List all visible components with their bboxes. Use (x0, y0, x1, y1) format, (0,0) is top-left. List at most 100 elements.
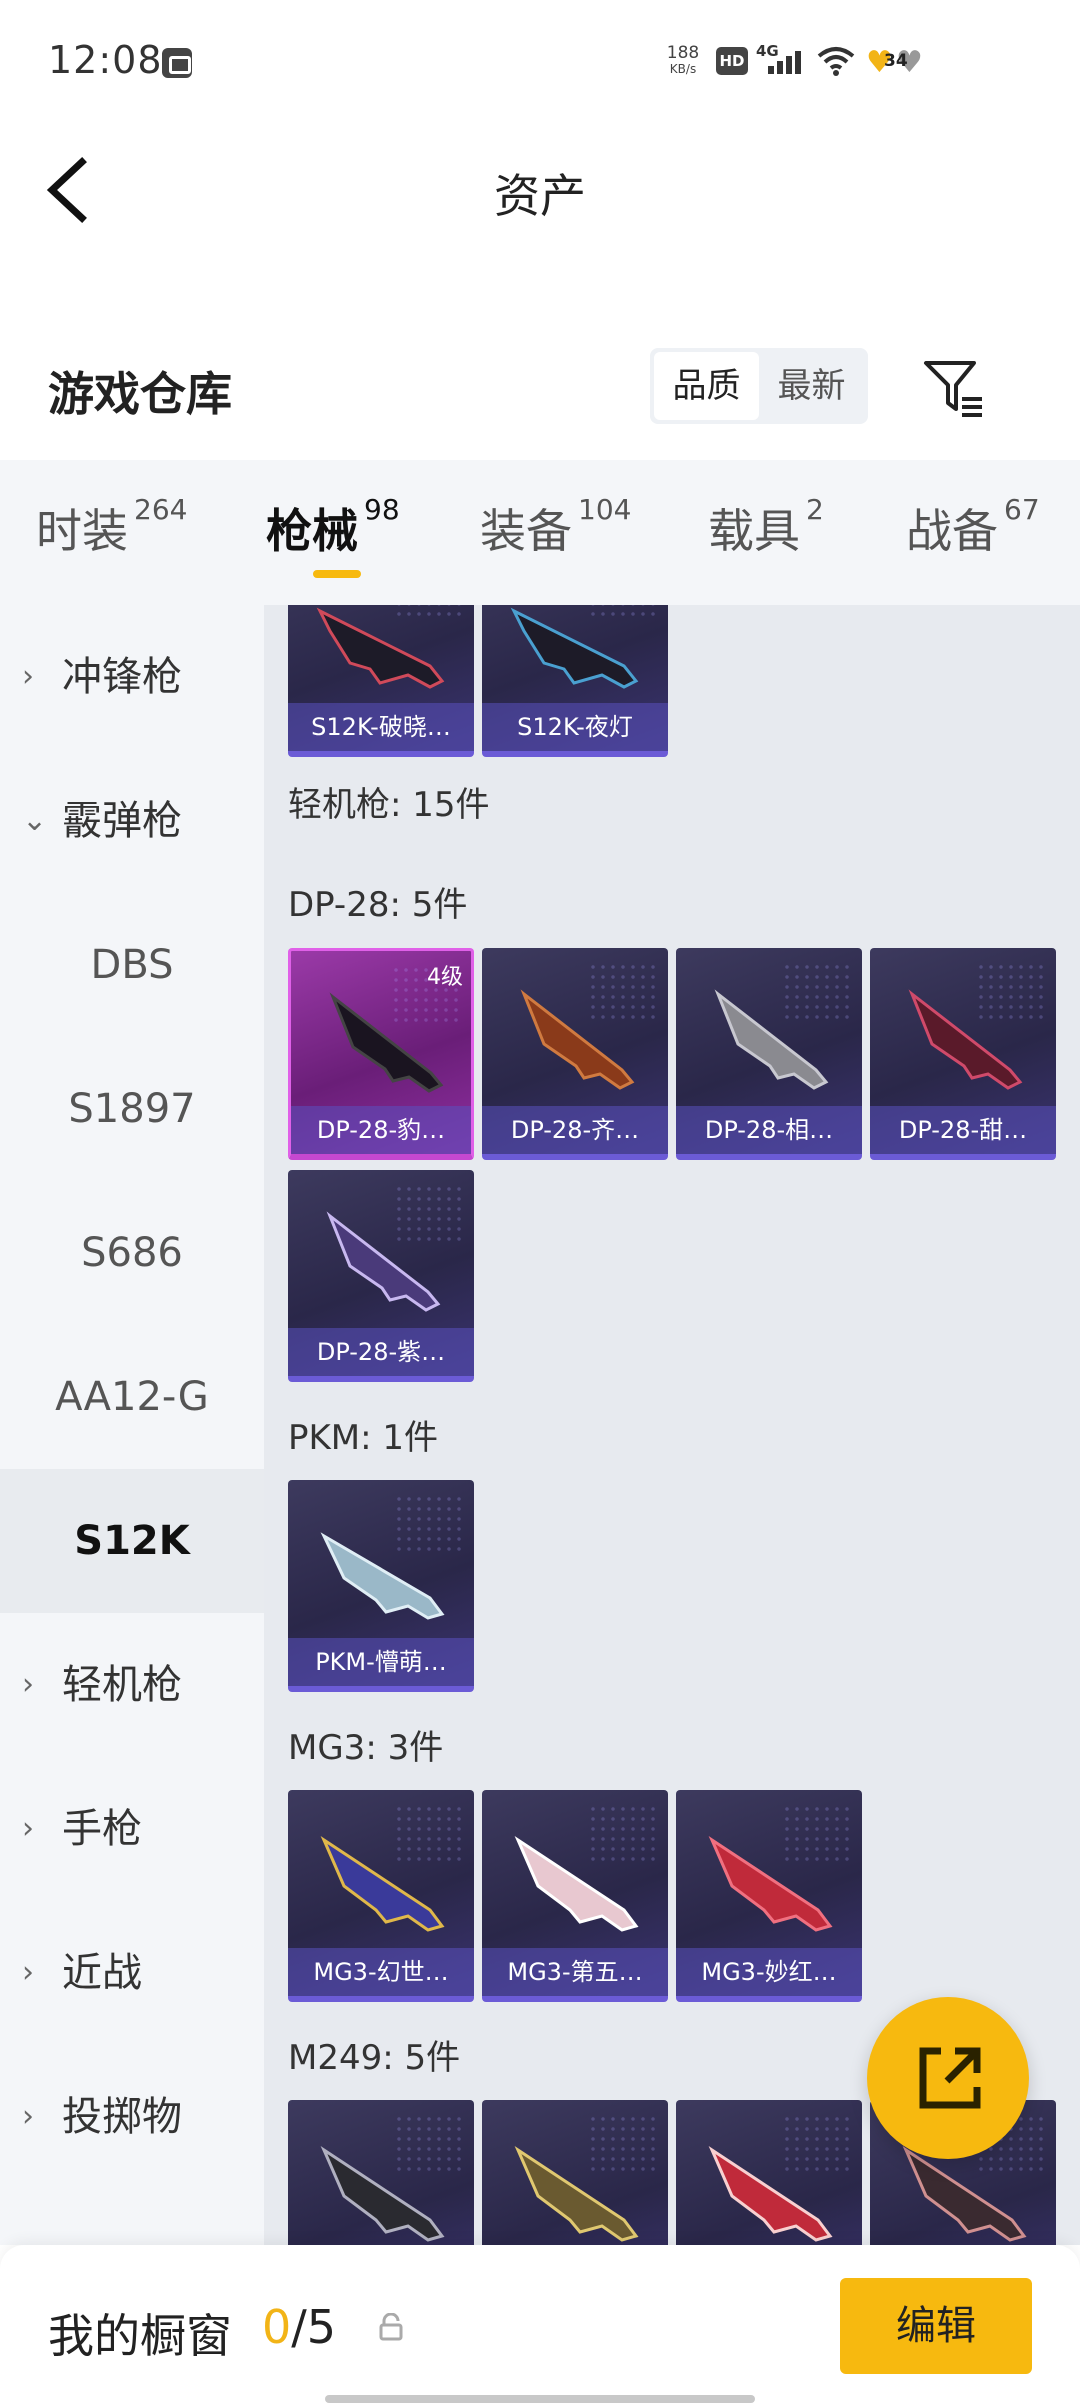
sidebar-item-label: S686 (81, 1230, 183, 1276)
skin-name: DP-28-齐… (482, 1106, 668, 1154)
page-title: 资产 (494, 169, 586, 223)
group-label: MG3: 3件 (288, 1728, 444, 1768)
sidebar-item-throwables[interactable]: › 投掷物 (0, 2045, 264, 2189)
sort-quality-button[interactable]: 品质 (654, 352, 759, 420)
skin-name: DP-28-甜… (870, 1106, 1056, 1154)
tab-count: 98 (364, 493, 400, 526)
gun-icon (514, 1835, 639, 1932)
sidebar-item-s686[interactable]: S686 (0, 1181, 264, 1325)
tab-label: 枪械 (266, 504, 358, 558)
share-icon (919, 2047, 981, 2109)
tab-count: 67 (1004, 493, 1040, 526)
showcase-label: 我的橱窗 (48, 2309, 232, 2363)
skin-card[interactable]: DP-28-紫… (288, 1170, 474, 1382)
skin-name: DP-28-相… (676, 1106, 862, 1154)
share-button[interactable] (867, 1997, 1029, 2159)
sidebar-item-s1897[interactable]: S1897 (0, 1037, 264, 1181)
gun-icon (908, 989, 1023, 1090)
group-label: DP-28: 5件 (288, 885, 468, 925)
sidebar-item-label: 手枪 (62, 1806, 142, 1852)
skin-name: S12K-破晓… (288, 703, 474, 751)
chevron-right-icon: › (22, 1667, 34, 1702)
skin-card[interactable]: S12K-破晓… (288, 605, 474, 757)
skin-name: DP-28-紫… (288, 1328, 474, 1376)
wifi-icon (817, 47, 855, 76)
gun-icon (316, 607, 445, 689)
skin-name: MG3-妙红… (676, 1948, 862, 1996)
app-notification-icon (162, 48, 192, 78)
sidebar-item-label: 轻机枪 (62, 1662, 182, 1708)
cell-signal-icon: 4G (756, 42, 804, 78)
sidebar-item-label: AA12-G (55, 1374, 209, 1420)
sidebar-item-lmg[interactable]: › 轻机枪 (0, 1613, 264, 1757)
skin-name: MG3-幻世… (288, 1948, 474, 1996)
gun-icon (320, 1835, 445, 1932)
skin-card[interactable]: S12K-夜灯 (482, 605, 668, 757)
skin-card[interactable]: DP-28-相… (676, 948, 862, 1160)
skin-name: PKM-懵萌… (288, 1638, 474, 1686)
gun-icon (714, 989, 829, 1090)
network-type: 4G (756, 42, 779, 60)
sidebar-item-melee[interactable]: › 近战 (0, 1901, 264, 2045)
sidebar-item-label: 投掷物 (62, 2094, 182, 2140)
network-speed-value: 188 (666, 43, 700, 63)
skin-card[interactable]: MG3-第五… (482, 1790, 668, 2002)
sort-toggle: 品质 最新 (650, 348, 868, 424)
tab-label: 载具 (708, 504, 800, 558)
sidebar-item-label: 近战 (62, 1950, 142, 1996)
group-label: PKM: 1件 (288, 1418, 439, 1458)
gun-icon (320, 2145, 445, 2242)
sidebar-item-shotgun[interactable]: ⌄ 霰弹枪 (0, 749, 264, 893)
lock-icon (379, 2313, 403, 2341)
hd-icon: HD (716, 47, 748, 75)
tab-combat-gear[interactable]: 战备 67 (906, 493, 1040, 561)
filter-icon[interactable] (920, 355, 986, 421)
chevron-right-icon: › (22, 2099, 34, 2134)
tab-vehicles[interactable]: 载具 2 (708, 493, 824, 561)
sidebar-item-pistol[interactable]: › 手枪 (0, 1757, 264, 1901)
tab-fashion[interactable]: 时装 264 (36, 493, 187, 561)
sidebar-item-smg[interactable]: › 冲锋枪 (0, 605, 264, 749)
sidebar-item-dbs[interactable]: DBS (0, 893, 264, 1037)
sidebar-item-aa12g[interactable]: AA12-G (0, 1325, 264, 1469)
battery-icon: ♥ ♥ 34 (866, 45, 923, 80)
gun-icon (320, 1532, 445, 1620)
gun-icon (329, 992, 444, 1093)
gun-icon (514, 2145, 639, 2242)
weapon-type-sidebar: › 冲锋枪 ⌄ 霰弹枪 DBS S1897 S686 AA12-G S12K ›… (0, 605, 264, 2245)
network-speed: 188 KB/s (660, 44, 706, 76)
skin-card[interactable]: PKM-懵萌… (288, 1480, 474, 1692)
tab-label: 装备 (480, 504, 572, 558)
skin-card[interactable]: 4级 DP-28-豹… (288, 948, 474, 1160)
skin-name: DP-28-豹… (291, 1106, 471, 1154)
showcase-current: 0 (262, 2300, 292, 2354)
edit-button[interactable]: 编辑 (840, 2278, 1032, 2374)
sort-newest-button[interactable]: 最新 (759, 352, 864, 420)
chevron-right-icon: › (22, 1811, 34, 1846)
tab-label: 时装 (36, 504, 128, 558)
showcase-count: 0/5 (262, 2300, 336, 2354)
home-indicator[interactable] (325, 2395, 755, 2403)
skin-card[interactable] (676, 2100, 862, 2245)
chevron-right-icon: › (22, 1955, 34, 1990)
sidebar-item-label: 冲锋枪 (62, 654, 182, 700)
status-time: 12:08 (48, 38, 163, 82)
skin-card[interactable]: DP-28-齐… (482, 948, 668, 1160)
gun-icon (326, 1211, 441, 1312)
skin-card[interactable]: MG3-幻世… (288, 1790, 474, 2002)
tab-guns[interactable]: 枪械 98 (266, 493, 400, 561)
chevron-down-icon: ⌄ (22, 803, 48, 838)
skin-card[interactable]: MG3-妙红… (676, 1790, 862, 2002)
showcase-separator: / (291, 2300, 307, 2354)
tab-equipment[interactable]: 装备 104 (480, 493, 632, 561)
active-tab-indicator (313, 570, 361, 578)
tab-count: 104 (578, 493, 632, 526)
sidebar-item-label: S12K (74, 1518, 190, 1564)
skin-name: MG3-第五… (482, 1948, 668, 1996)
gun-icon (510, 607, 639, 689)
skin-card[interactable] (288, 2100, 474, 2245)
skin-card[interactable]: DP-28-甜… (870, 948, 1056, 1160)
skin-card[interactable] (482, 2100, 668, 2245)
warehouse-title: 游戏仓库 (48, 367, 232, 421)
sidebar-item-s12k[interactable]: S12K (0, 1469, 264, 1613)
